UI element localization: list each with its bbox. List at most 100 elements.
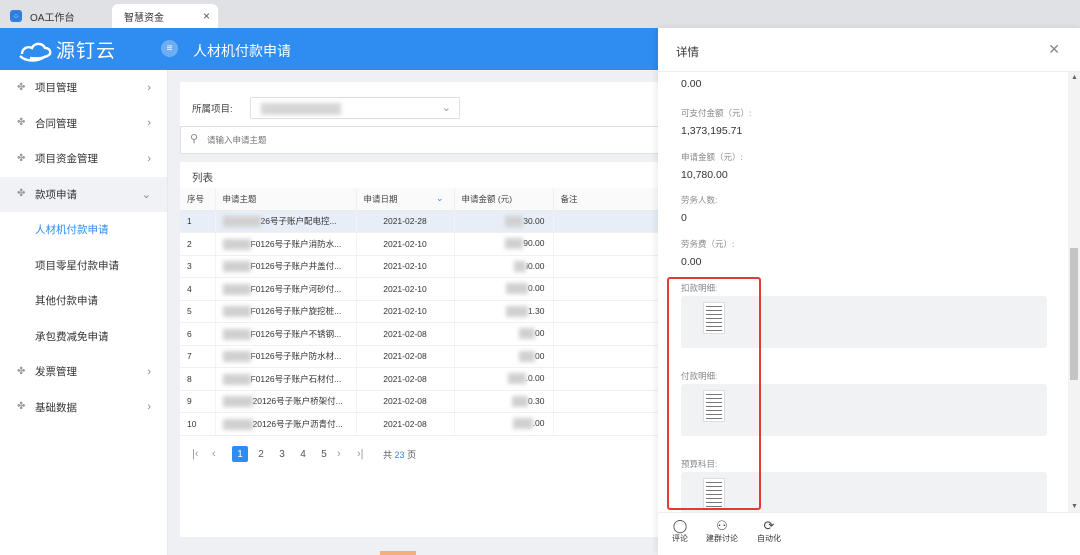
chevron-right-icon: › (147, 365, 151, 378)
cell-no: 6 (180, 322, 216, 346)
cell-subject-text: 20126号子账户桥架付... (252, 396, 343, 407)
sidebar-item-project-management[interactable]: ✤ 项目管理 › (0, 70, 167, 106)
sidebar-subitem-fee-reduction[interactable]: 承包费减免申请 (0, 319, 167, 355)
table-row[interactable]: 2 F0126号子账户消防水... 2021-02-10 90.00 (180, 232, 663, 256)
cell-no: 5 (180, 300, 216, 323)
sidebar-subitem-material-payment[interactable]: 人材机付款申请 (0, 212, 167, 248)
page-button-4[interactable]: 4 (295, 446, 311, 462)
table-header-row: 序号 申请主题 申请日期 ⌄ 申请金额 (元) 备注 (180, 188, 663, 211)
project-select[interactable]: ⌄ (250, 97, 460, 119)
sidebar-item-payment-request[interactable]: ✤ 款项申请 ⌄ (0, 176, 167, 212)
puzzle-icon: ✤ (17, 81, 26, 93)
detail-field-apply-amount: 申请金额（元）: 10,780.00 (681, 151, 743, 181)
close-icon[interactable]: ✕ (1048, 41, 1060, 58)
group-chat-icon: ⚇ (716, 518, 728, 533)
sidebar-item-contract-management[interactable]: ✤ 合同管理 › (0, 106, 167, 142)
logo-text: 源钉云 (56, 41, 117, 62)
cell-subject: F0126号子账户不锈钢... (215, 322, 357, 346)
redacted-text (222, 261, 251, 273)
pagination: |‹ ‹ 1 2 3 4 5 › ›| 共 23 页 (192, 444, 416, 464)
main-content: 所属项目: ⌄ ⚲ 列表 序号 申请主题 申请日期 ⌄ 申请金额 (元) 备注 (168, 70, 663, 555)
browser-tab-label: OA工作台 (30, 12, 75, 24)
sidebar-item-label: 项目管理 (35, 82, 77, 95)
cell-note (553, 210, 663, 233)
drawer-title: 详情 (676, 47, 699, 59)
browser-tab-funds[interactable]: 智慧资金 × (112, 4, 218, 28)
table-row[interactable]: 10 20126号子账户沥青付... 2021-02-08 .00 (180, 412, 663, 436)
cell-amount-text: 0.00 (527, 283, 545, 294)
request-table: 序号 申请主题 申请日期 ⌄ 申请金额 (元) 备注 1 26号子账户配电控...… (180, 188, 663, 436)
comment-button[interactable]: ◯ 评论 (672, 519, 688, 544)
prev-page-icon[interactable]: ‹ (212, 448, 226, 460)
chevron-down-icon: ⌄ (141, 188, 151, 201)
sidebar-subitem-label: 人材机付款申请 (35, 224, 109, 237)
sidebar-subitem-misc-payment[interactable]: 项目零星付款申请 (0, 248, 167, 284)
cell-subject-text: F0126号子账户消防水... (250, 238, 342, 249)
column-header-no: 序号 (180, 188, 216, 211)
cell-date: 2021-02-08 (356, 345, 455, 368)
cell-amount: .00 (454, 412, 554, 436)
redacted-text (507, 373, 526, 385)
page-total: 共 23 页 (383, 448, 416, 461)
search-icon: ⚲ (190, 133, 199, 145)
table-row[interactable]: 1 26号子账户配电控... 2021-02-28 30.00 (180, 210, 663, 233)
group-chat-button[interactable]: ⚇ 建群讨论 (706, 519, 738, 544)
cell-amount: i0.00 (454, 255, 554, 278)
cell-subject-text: F0126号子账户河砂付... (250, 283, 342, 294)
sidebar-item-base-data[interactable]: ✤ 基础数据 › (0, 390, 167, 426)
chevron-right-icon: › (147, 81, 151, 94)
close-icon[interactable]: × (203, 9, 210, 23)
page-button-1[interactable]: 1 (232, 446, 248, 462)
search-input[interactable] (207, 135, 507, 145)
automation-button[interactable]: ⟳ 自动化 (757, 519, 781, 544)
last-page-icon[interactable]: ›| (357, 448, 371, 460)
table-row[interactable]: 3 F0126号子账户井盖付... 2021-02-10 i0.00 (180, 255, 663, 278)
detail-field: 0.00 (681, 78, 701, 90)
column-header-date[interactable]: 申请日期 ⌄ (356, 188, 455, 211)
page-button-2[interactable]: 2 (253, 446, 269, 462)
app-logo[interactable]: 源钉云 (18, 36, 116, 63)
redacted-text (222, 283, 251, 295)
cell-note (553, 412, 663, 436)
browser-tab-label: 智慧资金 (124, 12, 164, 24)
scroll-up-icon[interactable]: ▲ (1071, 74, 1078, 81)
cell-date: 2021-02-10 (356, 255, 455, 278)
browser-tab-oa[interactable]: ⁘ OA工作台 (10, 4, 110, 28)
cell-date: 2021-02-08 (356, 322, 455, 346)
menu-toggle-icon[interactable]: ≡ (161, 40, 178, 57)
sort-chevron-icon[interactable]: ⌄ (436, 193, 444, 204)
table-row[interactable]: 5 F0126号子账户旋挖桩... 2021-02-10 1.30 (180, 300, 663, 323)
redacted-text (505, 283, 528, 295)
cell-no: 1 (180, 210, 216, 233)
sidebar-subitem-other-payment[interactable]: 其他付款申请 (0, 283, 167, 319)
search-bar: ⚲ (180, 126, 662, 154)
cell-amount: 0.00 (454, 277, 554, 301)
scrollbar-thumb[interactable] (1070, 248, 1078, 380)
redacted-text (222, 238, 251, 250)
cell-note (553, 345, 663, 368)
cell-date: 2021-02-10 (356, 232, 455, 256)
sidebar-item-invoice-management[interactable]: ✤ 发票管理 › (0, 354, 167, 390)
first-page-icon[interactable]: |‹ (192, 448, 206, 460)
field-label: 劳务人数: (681, 195, 718, 205)
table-row[interactable]: 9 20126号子账户桥架付... 2021-02-08 0.30 (180, 390, 663, 413)
sidebar-subitem-label: 承包费减免申请 (35, 330, 109, 343)
next-page-icon[interactable]: › (337, 448, 351, 460)
redacted-text (519, 350, 536, 362)
redacted-text (512, 418, 533, 430)
page-button-3[interactable]: 3 (274, 446, 290, 462)
scroll-down-icon[interactable]: ▼ (1071, 503, 1078, 510)
table-row[interactable]: 8 F0126号子账户石材付... 2021-02-08 .0.00 (180, 367, 663, 391)
cell-note (553, 255, 663, 278)
cell-amount: 00 (454, 345, 554, 368)
table-row[interactable]: 7 F0126号子账户防水材... 2021-02-08 00 (180, 345, 663, 368)
page-button-5[interactable]: 5 (316, 446, 332, 462)
table-row[interactable]: 6 F0126号子账户不锈钢... 2021-02-08 00 (180, 322, 663, 346)
drawer-scrollbar[interactable]: ▲ ▼ (1068, 72, 1080, 512)
sidebar-item-project-funds[interactable]: ✤ 项目资金管理 › (0, 141, 167, 177)
field-label: 可支付金额（元）: (681, 108, 752, 118)
redacted-text (222, 306, 251, 318)
column-header-amount: 申请金额 (元) (454, 188, 554, 211)
table-row[interactable]: 4 F0126号子账户河砂付... 2021-02-10 0.00 (180, 277, 663, 301)
cell-note (553, 300, 663, 323)
